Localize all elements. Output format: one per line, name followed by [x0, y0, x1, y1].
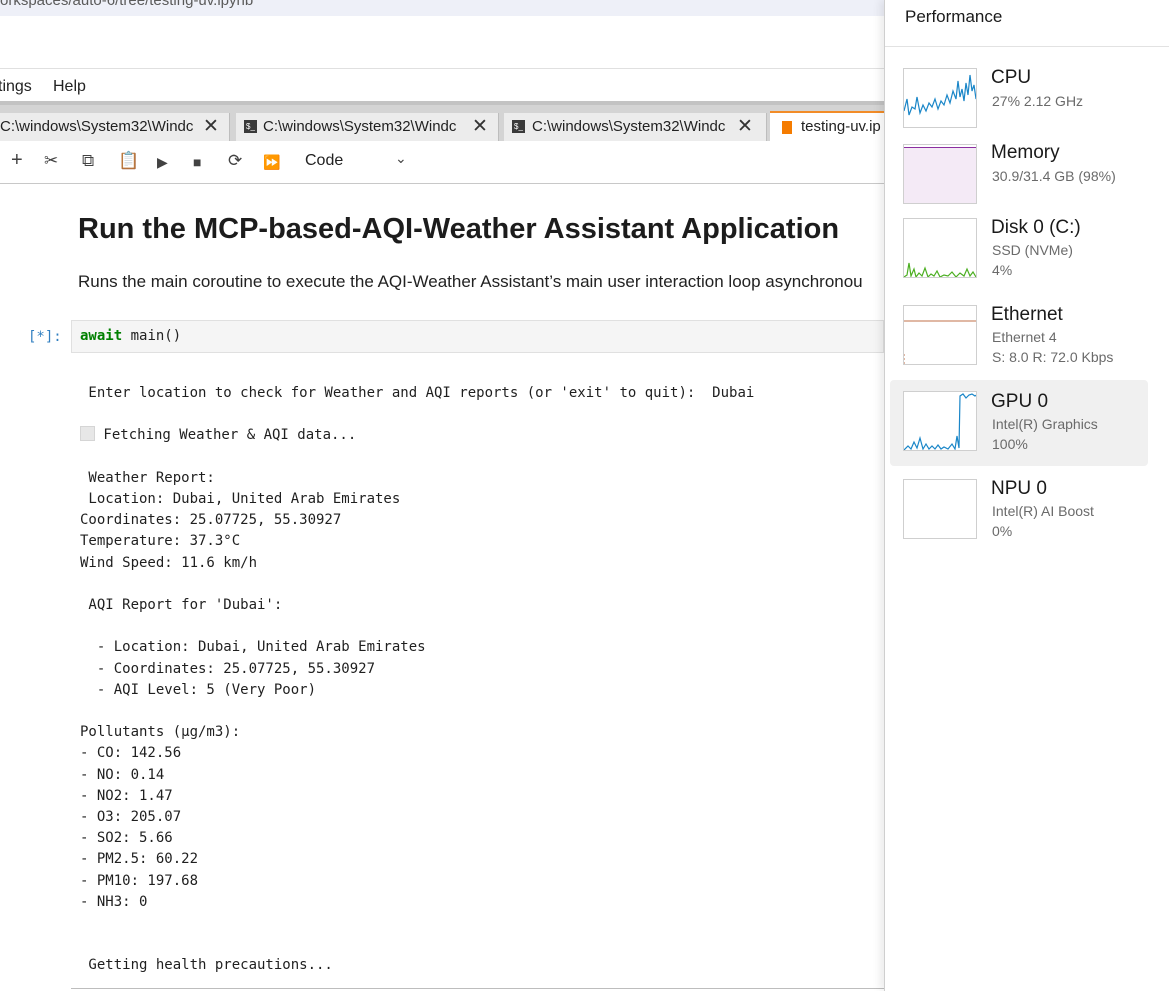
close-icon[interactable]: ✕ — [737, 115, 753, 138]
tab-terminal-1[interactable]: C:\windows\System32\Windc ✕ — [0, 113, 230, 141]
output-line: - CO: 142.56 — [80, 745, 182, 762]
performance-panel: Performance CPU 27% 2.12 GHz Memory 30.9… — [884, 0, 1169, 991]
disk-sparkline — [904, 262, 976, 277]
output-line: - Coordinates: 25.07725, 55.30927 — [80, 660, 376, 677]
hourglass-icon — [80, 426, 95, 442]
code-cell-input[interactable]: await main() — [71, 320, 884, 353]
output-line: Wind Speed: 11.6 km/h — [80, 554, 258, 571]
perf-item-ethernet[interactable]: Ethernet Ethernet 4 S: 8.0 R: 72.0 Kbps — [890, 295, 1148, 381]
terminal-icon: $_ — [512, 120, 525, 133]
perf-item-throughput: S: 8.0 R: 72.0 Kbps — [992, 349, 1114, 365]
run-all-icon[interactable]: ⏩ — [263, 154, 280, 171]
perf-item-detail: 27% 2.12 GHz — [992, 93, 1084, 109]
output-line: - NO: 0.14 — [80, 766, 165, 783]
tab-label: C:\windows\System32\Windc — [0, 118, 194, 135]
cell-output: Enter location to check for Weather and … — [80, 383, 754, 977]
run-icon[interactable]: ▶ — [157, 154, 168, 171]
tab-label: testing-uv.ip — [801, 118, 881, 135]
restart-icon[interactable]: ⟳ — [228, 151, 242, 171]
output-line: - Location: Dubai, United Arab Emirates — [80, 639, 426, 656]
perf-item-usage: 4% — [992, 262, 1013, 278]
code-keyword: await — [80, 328, 123, 344]
perf-item-gpu[interactable]: GPU 0 Intel(R) Graphics 100% — [890, 380, 1148, 466]
cpu-sparkline — [904, 74, 976, 116]
perf-item-detail: Ethernet 4 — [992, 329, 1057, 345]
paste-icon[interactable]: 📋 — [118, 151, 139, 171]
copy-icon[interactable]: ⧉ — [82, 151, 94, 171]
notebook-heading: Run the MCP-based-AQI-Weather Assistant … — [78, 213, 840, 245]
tab-label: C:\windows\System32\Windc — [532, 118, 726, 135]
code-call: main() — [122, 328, 182, 344]
notebook-description: Runs the main coroutine to execute the A… — [78, 272, 863, 291]
output-line: Weather Report: — [80, 469, 215, 486]
perf-item-memory[interactable]: Memory 30.9/31.4 GB (98%) — [890, 133, 1148, 219]
output-line: - O3: 205.07 — [80, 809, 182, 826]
perf-item-detail: SSD (NVMe) — [992, 242, 1073, 258]
output-line: Fetching Weather & AQI data... — [80, 426, 356, 443]
browser-address-bar[interactable]: orkspaces/auto-6/tree/testing-uv.ipynb — [0, 0, 884, 16]
close-icon[interactable]: ✕ — [472, 115, 488, 138]
output-line: Getting health precautions... — [80, 957, 333, 974]
perf-item-usage: 100% — [992, 436, 1028, 452]
disk-graph — [903, 218, 977, 278]
perf-item-usage: 0% — [992, 523, 1013, 539]
tab-bar: C:\windows\System32\Windc ✕ $_ C:\window… — [0, 101, 885, 147]
perf-item-name: Ethernet — [991, 304, 1063, 325]
menu-help[interactable]: Help — [53, 78, 86, 96]
ethernet-graph — [903, 305, 977, 365]
tab-label: C:\windows\System32\Windc — [263, 118, 457, 135]
code-text[interactable]: await main() — [80, 328, 181, 344]
gpu-sparkline — [904, 393, 976, 450]
performance-title: Performance — [905, 7, 1003, 26]
output-line: AQI Report for 'Dubai': — [80, 597, 283, 614]
perf-item-detail: Intel(R) Graphics — [992, 416, 1098, 432]
cell-type-select[interactable]: Code — [305, 152, 343, 170]
divider — [885, 46, 1169, 47]
menu-bar: tings Help — [0, 68, 884, 102]
notebook-icon — [782, 121, 792, 134]
address-url[interactable]: orkspaces/auto-6/tree/testing-uv.ipynb — [0, 0, 253, 9]
perf-item-name: NPU 0 — [991, 478, 1047, 499]
output-line: - AQI Level: 5 (Very Poor) — [80, 681, 317, 698]
gpu-graph — [903, 391, 977, 451]
output-line: - NO2: 1.47 — [80, 787, 173, 804]
tab-terminal-3[interactable]: $_ C:\windows\System32\Windc ✕ — [504, 113, 767, 141]
menu-settings[interactable]: tings — [0, 78, 32, 96]
perf-item-name: GPU 0 — [991, 391, 1049, 412]
perf-item-name: Disk 0 (C:) — [991, 217, 1081, 238]
cell-execution-prompt: [*]: — [28, 329, 62, 345]
perf-item-name: CPU — [991, 67, 1032, 88]
add-cell-icon[interactable]: + — [11, 149, 23, 172]
perf-item-detail: 30.9/31.4 GB (98%) — [992, 168, 1116, 184]
output-line: - PM10: 197.68 — [80, 872, 199, 889]
cpu-graph — [903, 68, 977, 128]
tab-terminal-2[interactable]: $_ C:\windows\System32\Windc ✕ — [236, 113, 499, 141]
perf-item-detail: Intel(R) AI Boost — [992, 503, 1094, 519]
stop-icon[interactable]: ■ — [193, 154, 201, 170]
cut-icon[interactable]: ✂ — [44, 151, 58, 171]
notebook-toolbar: + ✂ ⧉ 📋 ▶ ■ ⟳ ⏩ Code ⌄ — [0, 141, 884, 184]
output-line: Temperature: 37.3°C — [80, 533, 241, 550]
terminal-icon: $_ — [244, 120, 257, 133]
output-line: Enter location to check for Weather and … — [80, 385, 755, 401]
memory-fill — [904, 147, 976, 203]
output-line: Coordinates: 25.07725, 55.30927 — [80, 512, 342, 529]
output-line: Pollutants (µg/m3): — [80, 724, 241, 741]
perf-item-disk[interactable]: Disk 0 (C:) SSD (NVMe) 4% — [890, 208, 1148, 294]
output-line: - PM2.5: 60.22 — [80, 851, 199, 868]
perf-item-cpu[interactable]: CPU 27% 2.12 GHz — [890, 58, 1148, 144]
npu-graph — [903, 479, 977, 539]
perf-item-npu[interactable]: NPU 0 Intel(R) AI Boost 0% — [890, 469, 1148, 555]
perf-item-name: Memory — [991, 142, 1060, 163]
output-line: - NH3: 0 — [80, 893, 148, 910]
cell-divider — [71, 988, 884, 989]
ethernet-sparkline — [904, 320, 976, 364]
memory-graph — [903, 144, 977, 204]
output-line: Location: Dubai, United Arab Emirates — [80, 491, 401, 508]
chevron-down-icon[interactable]: ⌄ — [395, 150, 407, 167]
close-icon[interactable]: ✕ — [203, 115, 219, 138]
output-line: - SO2: 5.66 — [80, 830, 173, 847]
